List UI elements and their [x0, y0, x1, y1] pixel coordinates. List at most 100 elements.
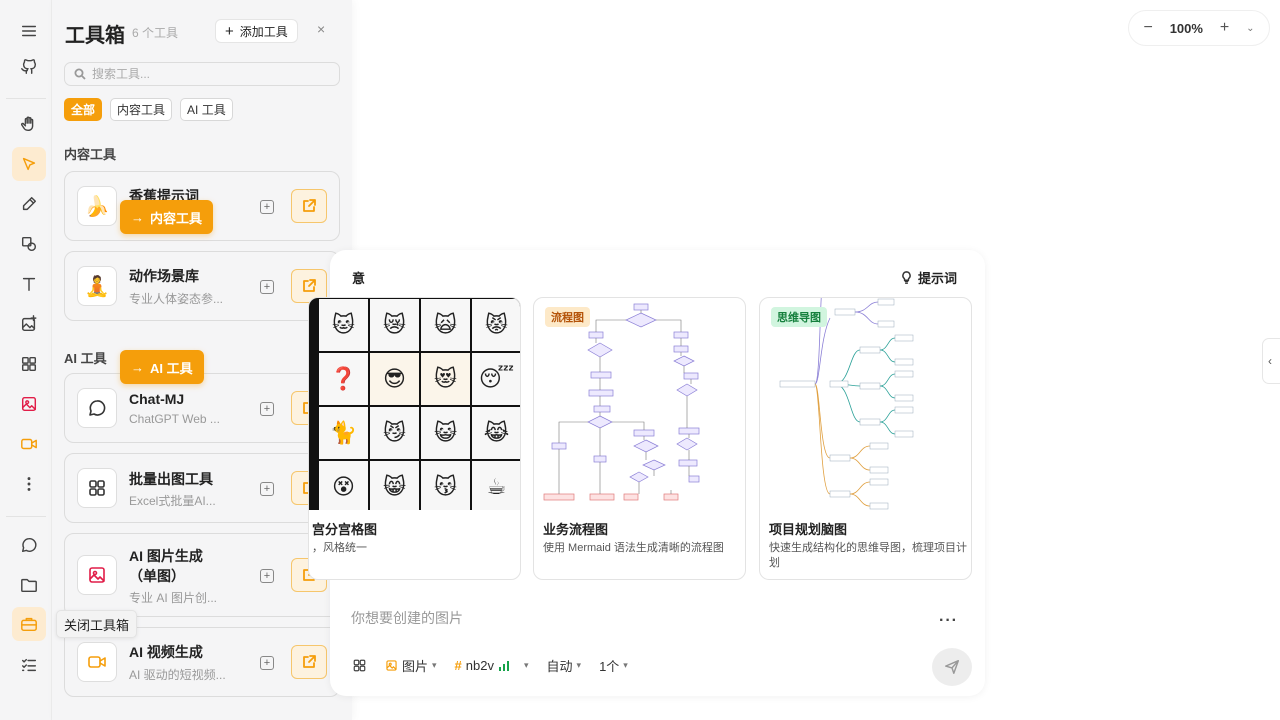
chat-icon[interactable] — [12, 528, 46, 562]
chevron-down-icon: ▾ — [432, 660, 437, 670]
sticker-cell: 🐈 — [319, 407, 368, 459]
grid-icon[interactable] — [12, 347, 46, 381]
text-icon[interactable] — [12, 267, 46, 301]
add-to-favorites-icon[interactable]: + — [260, 569, 274, 583]
filter-all[interactable]: 全部 — [64, 98, 103, 121]
output-type-select[interactable]: 图片 ▾ — [385, 656, 437, 675]
sticker-cell: 😵 — [319, 461, 368, 510]
zoom-in-button[interactable]: + — [1220, 19, 1229, 37]
template-thumbnail: 思维导图 — [760, 298, 971, 510]
jump-to-content-button[interactable]: → 内容工具 — [120, 200, 214, 234]
tool-card[interactable]: Chat-MJ ChatGPT Web ... + — [64, 373, 340, 443]
lightbulb-icon — [902, 271, 911, 284]
template-thumbnail: 🐱 😿 🙀 😾 ❓ 😎 😻 😴 🐈 😼 😺 😹 😵 😸 😽 ☕ — [309, 298, 520, 510]
jump-label: AI 工具 — [150, 360, 193, 376]
close-icon[interactable]: × — [317, 21, 325, 37]
more-vertical-icon[interactable] — [12, 467, 46, 501]
tool-name: AI 视频生成 — [129, 644, 203, 660]
add-to-favorites-icon[interactable]: + — [260, 656, 274, 670]
github-icon[interactable] — [12, 50, 46, 84]
hash-icon: # — [454, 658, 462, 673]
mode-label: 自动 — [546, 659, 573, 674]
template-card[interactable]: 思维导图 项目规划脑图 快速生成结构化的思维导图，梳理项目计划 — [759, 297, 972, 580]
zoom-level: 100% — [1169, 20, 1203, 36]
mindmap-preview — [779, 298, 914, 510]
menu-icon[interactable] — [12, 14, 46, 48]
filter-ai[interactable]: AI 工具 — [180, 98, 233, 121]
flowchart-preview — [543, 303, 700, 501]
image-icon[interactable] — [12, 387, 46, 421]
template-desc: 使用 Mermaid 语法生成清晰的流程图 — [543, 542, 724, 554]
tool-card[interactable]: 🧘 动作场景库 专业人体姿态参... + — [64, 251, 340, 321]
hand-icon[interactable] — [12, 107, 46, 141]
mode-select[interactable]: 自动 ▾ — [547, 656, 582, 675]
model-select[interactable]: # nb2v ▾ — [455, 658, 529, 673]
checklist-icon[interactable] — [12, 648, 46, 682]
folder-icon[interactable] — [12, 568, 46, 602]
sticker-cell: 🙀 — [421, 299, 470, 351]
count-select[interactable]: 1个 ▾ — [599, 656, 628, 675]
prompt-input[interactable]: 你想要创建的图片 — [351, 608, 463, 628]
tool-count: 6 个工具 — [132, 26, 179, 40]
search-box[interactable] — [64, 62, 340, 86]
zoom-control: − 100% + ⌄ — [1128, 10, 1270, 46]
tool-card[interactable]: AI 图片生成 （单图） 专业 AI 图片创... + — [64, 533, 340, 617]
shapes-icon[interactable] — [12, 227, 46, 261]
search-input[interactable] — [92, 67, 332, 81]
chevron-down-icon[interactable]: ⌄ — [1246, 23, 1254, 34]
left-rail — [0, 0, 52, 720]
pencil-icon[interactable] — [12, 187, 46, 221]
collapse-right-panel-button[interactable]: ‹ — [1262, 338, 1280, 384]
count-label: 1个 — [599, 659, 620, 674]
template-desc: ，风格统一 — [312, 542, 367, 554]
sticker-cell: 🐱 — [319, 299, 368, 351]
tool-name: AI 图片生成 （单图） — [129, 548, 203, 584]
filter-tabs: 全部 内容工具 AI 工具 — [64, 98, 233, 121]
filter-content[interactable]: 内容工具 — [110, 98, 173, 121]
add-tool-button[interactable]: + 添加工具 — [215, 19, 298, 43]
sticker-cell: ☕ — [472, 461, 520, 510]
tool-desc: ChatGPT Web ... — [129, 412, 220, 426]
image-add-icon[interactable] — [12, 307, 46, 341]
add-to-favorites-icon[interactable]: + — [260, 402, 274, 416]
grid-icon — [353, 659, 366, 672]
image-icon — [386, 660, 397, 671]
more-options-icon[interactable]: ··· — [939, 612, 958, 630]
template-card[interactable]: 🐱 😿 🙀 😾 ❓ 😎 😻 😴 🐈 😼 😺 😹 😵 😸 😽 ☕ 宫分宫格图 ，风… — [308, 297, 521, 580]
open-tool-button[interactable] — [291, 189, 327, 223]
template-grid-button[interactable] — [352, 658, 367, 673]
jump-to-ai-button[interactable]: → AI 工具 — [120, 350, 204, 384]
chevron-left-icon: ‹ — [1268, 354, 1272, 368]
toolbox-icon[interactable] — [12, 607, 46, 641]
add-to-favorites-icon[interactable]: + — [260, 200, 274, 214]
prompt-hint-label: 提示词 — [918, 271, 958, 286]
zoom-out-button[interactable]: − — [1143, 19, 1152, 37]
send-button[interactable] — [932, 648, 972, 686]
sticker-cell: 😹 — [472, 407, 520, 459]
add-to-favorites-icon[interactable]: + — [260, 280, 274, 294]
sticker-cell: 😾 — [472, 299, 520, 351]
tool-desc: 专业人体姿态参... — [129, 292, 224, 306]
template-desc: 快速生成结构化的思维导图，梳理项目计划 — [769, 542, 967, 569]
create-card: 意 提示词 🐱 😿 🙀 😾 ❓ 😎 😻 😴 🐈 😼 😺 😹 😵 😸 😽 ☕ 宫分… — [308, 250, 985, 696]
section-ai-heading: AI 工具 — [64, 351, 107, 366]
image-icon — [77, 555, 117, 595]
template-card[interactable]: 流程图 业务流程图 使用 Mermaid 语法生成清晰的流程图 — [533, 297, 746, 580]
chevron-down-icon: ▾ — [623, 660, 628, 670]
banana-icon: 🍌 — [77, 186, 117, 226]
jump-label: 内容工具 — [150, 210, 203, 226]
prompt-hint-button[interactable]: 提示词 — [900, 268, 957, 287]
tool-name: 批量出图工具 — [129, 471, 213, 487]
video-icon[interactable] — [12, 427, 46, 461]
sticker-cell: 😽 — [421, 461, 470, 510]
plus-icon: + — [225, 22, 234, 40]
cursor-icon[interactable] — [12, 147, 46, 181]
sticker-cell: 😸 — [370, 461, 419, 510]
arrow-right-icon: → — [131, 209, 144, 225]
tool-card[interactable]: 批量出图工具 Excel式批量AI... + — [64, 453, 340, 523]
add-to-favorites-icon[interactable]: + — [260, 482, 274, 496]
search-icon — [74, 68, 86, 80]
tool-desc: AI 驱动的短视频... — [129, 668, 226, 682]
panel-title: 工具箱 — [65, 25, 125, 47]
open-tool-button[interactable] — [291, 645, 327, 679]
